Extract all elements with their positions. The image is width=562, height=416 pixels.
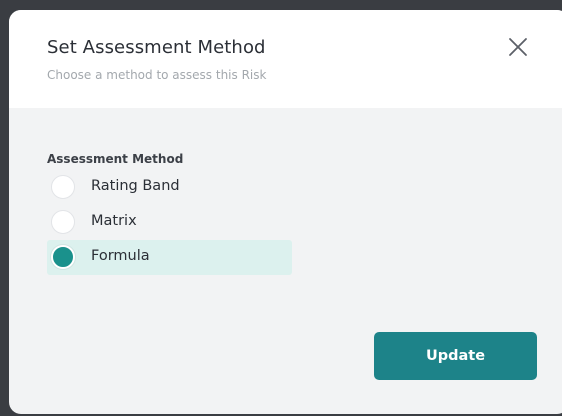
radio-label-formula: Formula [91, 248, 150, 264]
radio-option-rating-band[interactable]: Rating Band [47, 170, 292, 205]
dialog-header: Set Assessment Method Choose a method to… [9, 10, 562, 108]
close-icon [509, 38, 527, 56]
radio-button-matrix[interactable] [51, 210, 75, 234]
dialog-subtitle: Choose a method to assess this Risk [47, 68, 267, 82]
assessment-method-label: Assessment Method [47, 152, 184, 166]
radio-option-matrix[interactable]: Matrix [47, 205, 292, 240]
radio-button-rating-band[interactable] [51, 175, 75, 199]
radio-button-formula[interactable] [51, 245, 75, 269]
radio-label-rating-band: Rating Band [91, 178, 180, 194]
assessment-method-dialog: Set Assessment Method Choose a method to… [9, 10, 562, 414]
update-button[interactable]: Update [374, 332, 537, 380]
close-button[interactable] [505, 34, 531, 60]
radio-label-matrix: Matrix [91, 213, 137, 229]
dialog-title: Set Assessment Method [47, 37, 266, 58]
radio-option-formula[interactable]: Formula [47, 240, 292, 275]
